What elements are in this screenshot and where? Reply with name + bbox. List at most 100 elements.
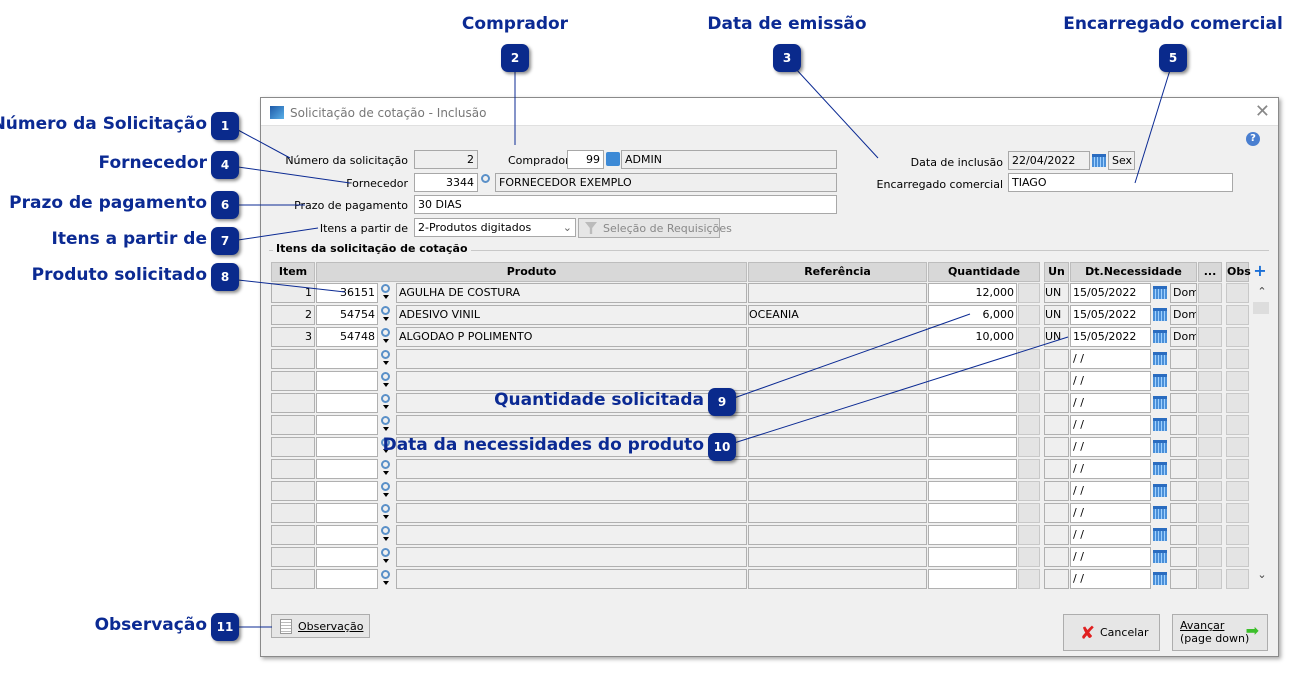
obs-note-icon[interactable]	[1226, 525, 1249, 545]
row-date-input[interactable]: / /	[1070, 349, 1151, 369]
calculator-icon[interactable]	[1018, 327, 1040, 347]
dropdown-icon[interactable]	[383, 493, 389, 497]
obs-note-icon[interactable]	[1226, 547, 1249, 567]
product-search-icon[interactable]	[381, 284, 390, 293]
row-date-input[interactable]: / /	[1070, 503, 1151, 523]
fornecedor-search-icon[interactable]	[481, 174, 490, 183]
hand-icon[interactable]	[1198, 503, 1222, 523]
product-search-icon[interactable]	[381, 526, 390, 535]
calculator-icon[interactable]	[1018, 283, 1040, 303]
product-search-icon[interactable]	[381, 460, 390, 469]
hand-icon[interactable]	[1198, 327, 1222, 347]
hand-icon[interactable]	[1198, 481, 1222, 501]
comprador-code-input[interactable]: 99	[567, 150, 604, 169]
calendar-icon[interactable]	[1153, 352, 1167, 365]
scroll-up-icon[interactable]: ⌃	[1254, 285, 1270, 298]
calculator-icon[interactable]	[1018, 503, 1040, 523]
dropdown-icon[interactable]	[383, 317, 389, 321]
dropdown-icon[interactable]	[383, 515, 389, 519]
row-product-code-input[interactable]	[316, 459, 378, 479]
calendar-icon[interactable]	[1153, 396, 1167, 409]
hand-icon[interactable]	[1198, 393, 1222, 413]
cancelar-button[interactable]: ✘ Cancelar	[1063, 614, 1160, 651]
comprador-search-icon[interactable]	[606, 152, 620, 166]
obs-note-icon[interactable]	[1226, 393, 1249, 413]
row-date-input[interactable]: 15/05/2022	[1070, 305, 1151, 325]
calculator-icon[interactable]	[1018, 349, 1040, 369]
encarregado-input[interactable]: TIAGO	[1008, 173, 1233, 192]
product-search-icon[interactable]	[381, 350, 390, 359]
product-search-icon[interactable]	[381, 328, 390, 337]
dropdown-icon[interactable]	[383, 339, 389, 343]
dropdown-icon[interactable]	[383, 383, 389, 387]
row-date-input[interactable]: 15/05/2022	[1070, 327, 1151, 347]
calendar-icon[interactable]	[1153, 506, 1167, 519]
row-quantidade-input[interactable]: 6,000	[928, 305, 1017, 325]
hand-icon[interactable]	[1198, 349, 1222, 369]
calendar-icon[interactable]	[1153, 572, 1167, 585]
calculator-icon[interactable]	[1018, 569, 1040, 589]
row-product-code-input[interactable]: 54748	[316, 327, 378, 347]
row-quantidade-input[interactable]: 12,000	[928, 283, 1017, 303]
product-search-icon[interactable]	[381, 372, 390, 381]
calculator-icon[interactable]	[1018, 437, 1040, 457]
row-date-input[interactable]: / /	[1070, 569, 1151, 589]
observacao-button[interactable]: Observação	[271, 614, 370, 638]
calculator-icon[interactable]	[1018, 547, 1040, 567]
calculator-icon[interactable]	[1018, 481, 1040, 501]
product-search-icon[interactable]	[381, 570, 390, 579]
obs-note-icon[interactable]	[1226, 569, 1249, 589]
row-product-code-input[interactable]	[316, 393, 378, 413]
row-date-input[interactable]: / /	[1070, 525, 1151, 545]
prazo-input[interactable]: 30 DIAS	[414, 195, 837, 214]
hand-icon[interactable]	[1198, 371, 1222, 391]
product-search-icon[interactable]	[381, 504, 390, 513]
row-date-input[interactable]: 15/05/2022	[1070, 283, 1151, 303]
fornecedor-code-input[interactable]: 3344	[414, 173, 478, 192]
hand-icon[interactable]	[1198, 305, 1222, 325]
calculator-icon[interactable]	[1018, 525, 1040, 545]
row-product-code-input[interactable]	[316, 415, 378, 435]
calendar-icon[interactable]	[1092, 154, 1106, 167]
row-quantidade-input[interactable]	[928, 349, 1017, 369]
row-quantidade-input[interactable]: 10,000	[928, 327, 1017, 347]
obs-note-icon[interactable]	[1226, 327, 1249, 347]
row-quantidade-input[interactable]	[928, 437, 1017, 457]
obs-note-icon[interactable]	[1226, 415, 1249, 435]
row-quantidade-input[interactable]	[928, 503, 1017, 523]
hand-icon[interactable]	[1198, 459, 1222, 479]
row-product-code-input[interactable]	[316, 547, 378, 567]
product-search-icon[interactable]	[381, 394, 390, 403]
itens-select[interactable]: 2-Produtos digitados ⌄	[414, 218, 576, 237]
scroll-down-icon[interactable]: ⌄	[1254, 568, 1270, 581]
row-quantidade-input[interactable]	[928, 371, 1017, 391]
product-search-icon[interactable]	[381, 416, 390, 425]
scrollbar-thumb[interactable]	[1253, 302, 1269, 314]
calendar-icon[interactable]	[1153, 462, 1167, 475]
obs-note-icon[interactable]	[1226, 349, 1249, 369]
obs-note-icon[interactable]	[1226, 371, 1249, 391]
obs-note-icon[interactable]	[1226, 481, 1249, 501]
row-product-code-input[interactable]	[316, 371, 378, 391]
dropdown-icon[interactable]	[383, 537, 389, 541]
add-row-icon[interactable]: +	[1252, 262, 1268, 280]
dropdown-icon[interactable]	[383, 361, 389, 365]
row-product-code-input[interactable]	[316, 525, 378, 545]
calendar-icon[interactable]	[1153, 528, 1167, 541]
row-quantidade-input[interactable]	[928, 481, 1017, 501]
calendar-icon[interactable]	[1153, 484, 1167, 497]
obs-note-icon[interactable]	[1226, 305, 1249, 325]
obs-note-icon[interactable]	[1226, 437, 1249, 457]
dropdown-icon[interactable]	[383, 295, 389, 299]
row-product-code-input[interactable]	[316, 481, 378, 501]
row-product-code-input[interactable]: 36151	[316, 283, 378, 303]
hand-icon[interactable]	[1198, 283, 1222, 303]
row-date-input[interactable]: / /	[1070, 415, 1151, 435]
row-product-code-input[interactable]	[316, 437, 378, 457]
calendar-icon[interactable]	[1153, 286, 1167, 299]
calendar-icon[interactable]	[1153, 418, 1167, 431]
dropdown-icon[interactable]	[383, 581, 389, 585]
row-product-code-input[interactable]	[316, 569, 378, 589]
hand-icon[interactable]	[1198, 547, 1222, 567]
calculator-icon[interactable]	[1018, 393, 1040, 413]
